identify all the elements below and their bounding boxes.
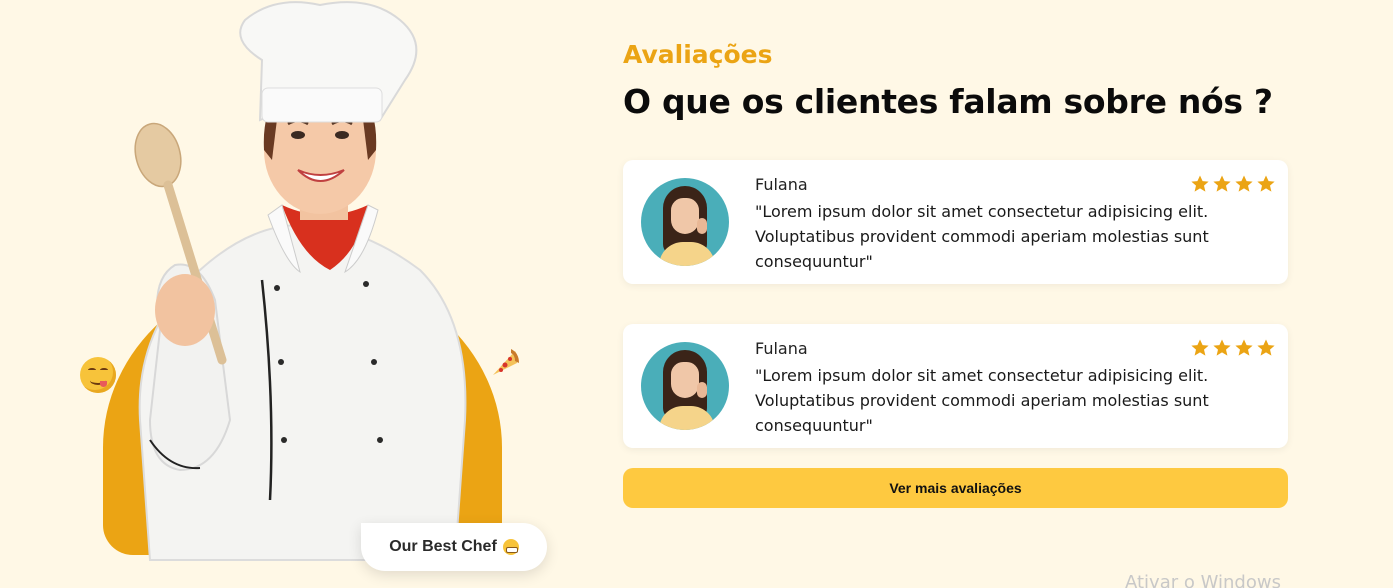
review-card: Fulana "Lorem ipsum dolor sit amet conse… bbox=[623, 324, 1288, 448]
star-icon bbox=[1213, 175, 1231, 192]
review-text: "Lorem ipsum dolor sit amet consectetur … bbox=[755, 202, 1209, 271]
reviewer-name: Fulana bbox=[755, 175, 808, 194]
star-icon bbox=[1257, 339, 1275, 356]
badge-text: Our Best Chef bbox=[389, 538, 497, 555]
star-icon bbox=[1235, 175, 1253, 192]
more-reviews-button[interactable]: Ver mais avaliações bbox=[623, 468, 1288, 508]
best-chef-badge: Our Best Chef bbox=[361, 523, 547, 571]
pizza-icon bbox=[493, 349, 519, 375]
star-icon bbox=[1235, 339, 1253, 356]
chef-illustration bbox=[134, 1, 467, 561]
star-icon bbox=[1257, 175, 1275, 192]
reviewer-name: Fulana bbox=[755, 339, 808, 358]
reviewer-avatar bbox=[641, 342, 729, 430]
review-card: Fulana "Lorem ipsum dolor sit amet conse… bbox=[623, 160, 1288, 284]
reviewer-avatar bbox=[641, 178, 729, 266]
star-rating bbox=[1190, 338, 1276, 358]
chef-hero: Our Best Chef bbox=[0, 0, 600, 588]
star-icon bbox=[1191, 339, 1209, 356]
star-icon bbox=[1213, 339, 1231, 356]
review-text: "Lorem ipsum dolor sit amet consectetur … bbox=[755, 366, 1209, 435]
grinning-face-icon bbox=[502, 539, 519, 555]
section-label: Avaliações bbox=[623, 40, 773, 69]
windows-activation-watermark: Ativar o Windows bbox=[1125, 572, 1281, 588]
smiling-face-icon bbox=[80, 357, 116, 393]
section-title: O que os clientes falam sobre nós ? bbox=[623, 82, 1273, 121]
star-rating bbox=[1190, 174, 1276, 194]
star-icon bbox=[1191, 175, 1209, 192]
